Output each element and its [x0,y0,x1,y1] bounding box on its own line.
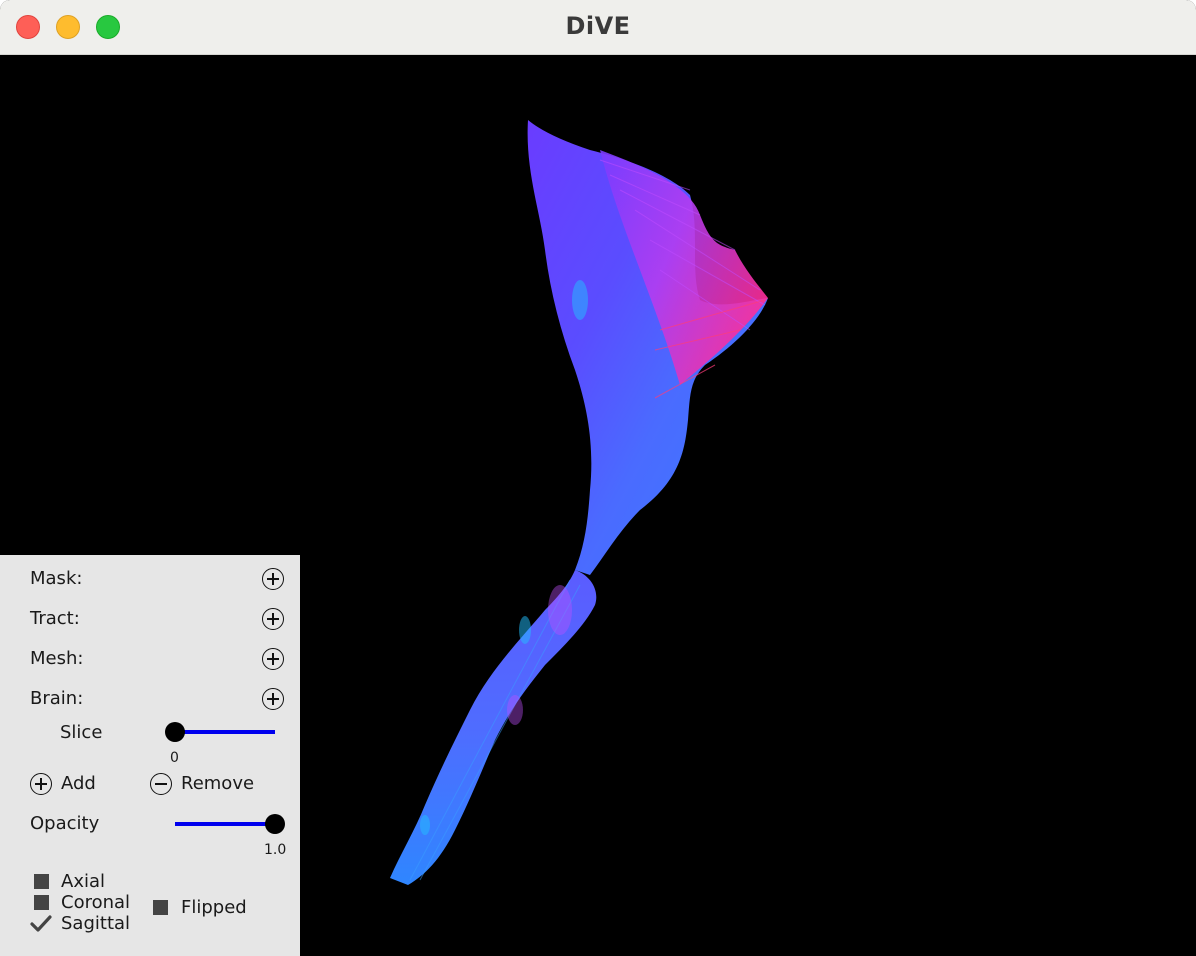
mask-label: Mask: [30,568,83,589]
add-mask-button[interactable] [262,568,284,590]
title-bar: DiVE [0,0,1196,55]
flipped-label: Flipped [181,897,247,918]
control-panel: Mask: Tract: Mesh: Brain: Slice 0 Add Re… [0,555,300,956]
checkmark-icon[interactable] [30,915,52,933]
add-circle-icon[interactable] [30,773,52,795]
app-window: DiVE Mask: Tract: Mesh: Brain: Slice 0 A… [0,0,1196,956]
opacity-value: 1.0 [264,842,287,858]
opacity-slider-knob[interactable] [265,814,285,834]
slice-slider-track[interactable] [175,730,275,734]
brain-label: Brain: [30,688,84,709]
mesh-label: Mesh: [30,648,84,669]
remove-button[interactable]: Remove [181,773,254,794]
add-brain-button[interactable] [262,688,284,710]
coronal-label: Coronal [61,892,131,913]
add-button[interactable]: Add [61,773,96,794]
window-title: DiVE [565,12,631,40]
remove-circle-icon[interactable] [150,773,172,795]
opacity-slider-track[interactable] [175,822,275,826]
axial-checkbox[interactable] [34,874,49,889]
slice-slider-knob[interactable] [165,722,185,742]
slice-label: Slice [60,722,103,743]
opacity-label: Opacity [30,813,100,834]
coronal-checkbox[interactable] [34,895,49,910]
slice-value: 0 [170,750,179,766]
flipped-checkbox[interactable] [153,900,168,915]
add-tract-button[interactable] [262,608,284,630]
sagittal-label: Sagittal [61,913,131,934]
add-mesh-button[interactable] [262,648,284,670]
tract-label: Tract: [30,608,80,629]
axial-label: Axial [61,871,105,892]
